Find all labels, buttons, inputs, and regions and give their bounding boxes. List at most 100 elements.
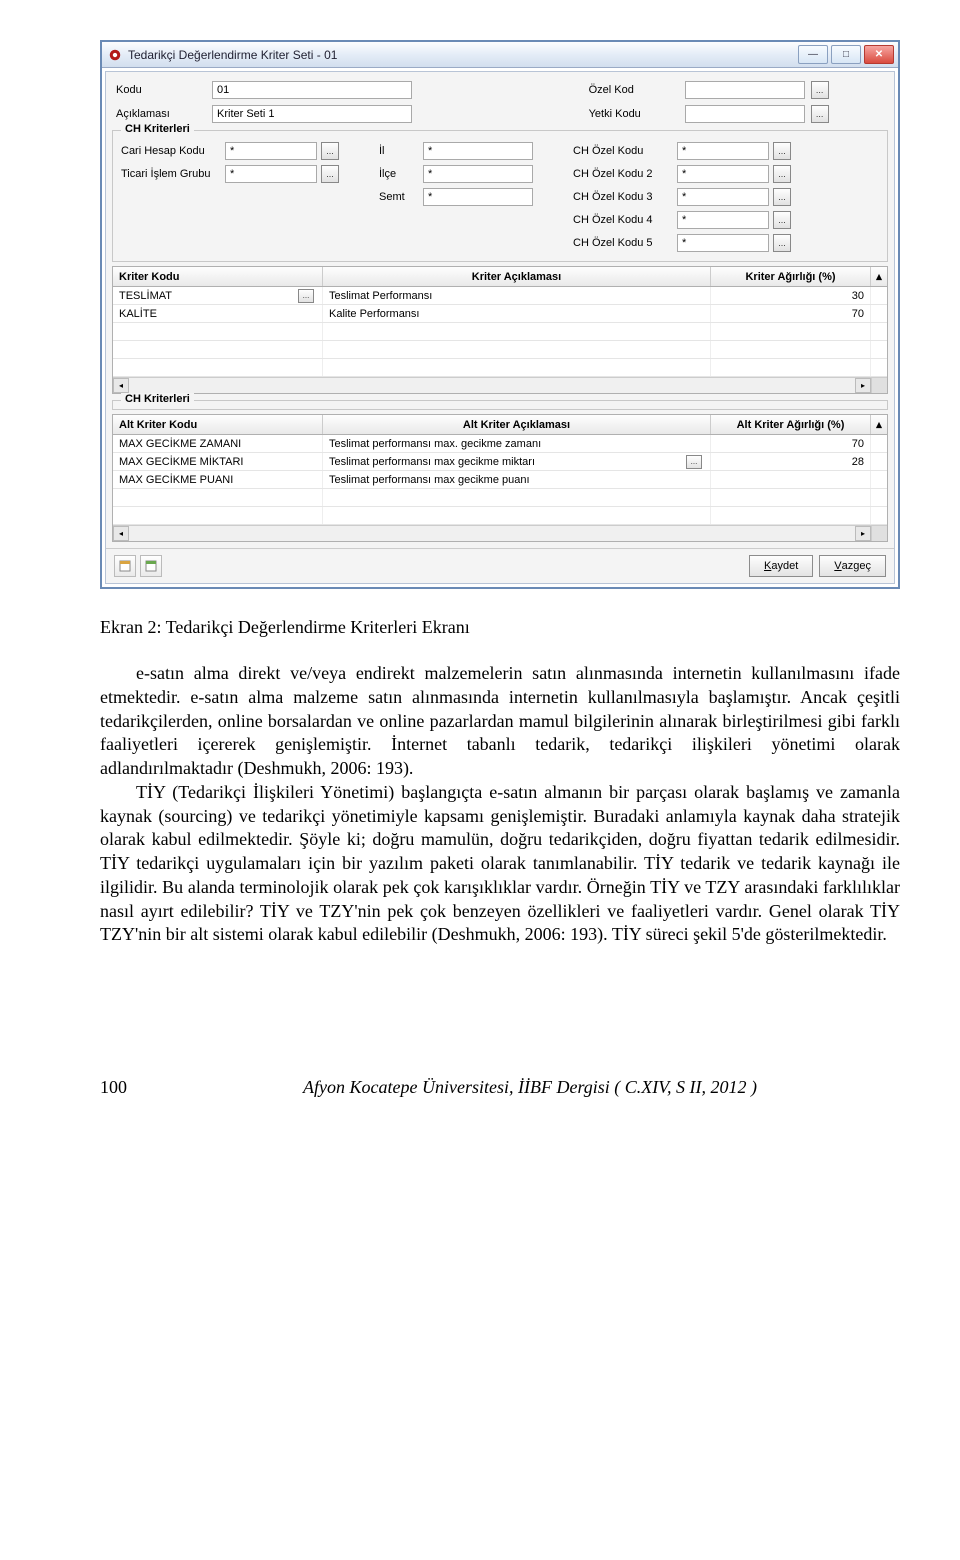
scroll-left-icon[interactable]: ◂ xyxy=(113,526,129,541)
ticari-islem-label: Ticari İşlem Grubu xyxy=(121,168,221,180)
ch-ozel2-browse-button[interactable]: ... xyxy=(773,165,791,183)
grid1-cell: KALİTE xyxy=(113,305,323,322)
grid2-cell: MAX GECİKME MİKTARI xyxy=(113,453,323,470)
yetki-kodu-input[interactable] xyxy=(685,105,805,123)
ch-ozel4-input[interactable]: * xyxy=(677,211,769,229)
ilce-input[interactable]: * xyxy=(423,165,533,183)
ch-ozel3-label: CH Özel Kodu 3 xyxy=(573,191,673,203)
ch-ozel4-browse-button[interactable]: ... xyxy=(773,211,791,229)
kodu-label: Kodu xyxy=(116,84,206,96)
yetki-kodu-browse-button[interactable]: ... xyxy=(811,105,829,123)
maximize-button[interactable]: □ xyxy=(831,45,861,64)
window-title: Tedarikçi Değerlendirme Kriter Seti - 01 xyxy=(128,48,798,62)
journal-citation: Afyon Kocatepe Üniversitesi, İİBF Dergis… xyxy=(160,1077,900,1098)
bottom-bar: Kaydet Vazgeç xyxy=(106,548,894,583)
cari-hesap-input[interactable]: * xyxy=(225,142,317,160)
toolbar-icon-1[interactable] xyxy=(114,555,136,577)
kodu-input[interactable]: 01 xyxy=(212,81,412,99)
grid2-cell: 70 xyxy=(711,435,871,452)
ch-ozel3-input[interactable]: * xyxy=(677,188,769,206)
ch-ozel3-browse-button[interactable]: ... xyxy=(773,188,791,206)
scroll-left-icon[interactable]: ◂ xyxy=(113,378,129,393)
window-buttons: — □ ✕ xyxy=(798,45,898,64)
grid2-row[interactable]: MAX GECİKME MİKTARI Teslimat performansı… xyxy=(113,453,887,471)
ch-ozel5-browse-button[interactable]: ... xyxy=(773,234,791,252)
grid1-head-aciklama[interactable]: Kriter Açıklaması xyxy=(323,267,711,286)
grid1-cell-browse-button[interactable]: ... xyxy=(298,289,314,303)
ch-ozel1-label: CH Özel Kodu xyxy=(573,145,673,157)
ticari-islem-browse-button[interactable]: ... xyxy=(321,165,339,183)
grid2-cell: Teslimat performansı max gecikme miktarı xyxy=(329,456,535,468)
ozel-kod-browse-button[interactable]: ... xyxy=(811,81,829,99)
kaydet-button[interactable]: Kaydet xyxy=(749,555,813,577)
ch-ozel2-input[interactable]: * xyxy=(677,165,769,183)
grid2-cell: Teslimat performansı max gecikme puanı xyxy=(323,471,711,488)
kriter-grid: Kriter Kodu Kriter Açıklaması Kriter Ağı… xyxy=(112,266,888,394)
grid2-cell-browse-button[interactable]: ... xyxy=(686,455,702,469)
minimize-button[interactable]: — xyxy=(798,45,828,64)
paragraph-2: TİY (Tedarikçi İlişkileri Yönetimi) başl… xyxy=(100,781,900,947)
grid2-head-kodu[interactable]: Alt Kriter Kodu xyxy=(113,415,323,434)
grid2-hscroll[interactable]: ◂ ▸ xyxy=(113,525,887,541)
grid1-row[interactable]: TESLİMAT... Teslimat Performansı 30 xyxy=(113,287,887,305)
app-icon xyxy=(108,48,122,62)
grid2-row[interactable]: MAX GECİKME PUANI Teslimat performansı m… xyxy=(113,471,887,489)
grid2-head-agirlik[interactable]: Alt Kriter Ağırlığı (%) xyxy=(711,415,871,434)
form-top: Kodu 01 Açıklaması Kriter Seti 1 Özel Ko… xyxy=(106,72,894,126)
ch-ozel2-label: CH Özel Kodu 2 xyxy=(573,168,673,180)
ch-ozel4-label: CH Özel Kodu 4 xyxy=(573,214,673,226)
toolbar-icon-2[interactable] xyxy=(140,555,162,577)
cari-hesap-label: Cari Hesap Kodu xyxy=(121,145,221,157)
grid2-scroll-up[interactable]: ▴ xyxy=(871,415,887,434)
grid2-cell: MAX GECİKME PUANI xyxy=(113,471,323,488)
ilce-label: İlçe xyxy=(379,168,419,180)
grid1-cell: Teslimat Performansı xyxy=(323,287,711,304)
grid2-row[interactable]: MAX GECİKME ZAMANI Teslimat performansı … xyxy=(113,435,887,453)
il-input[interactable]: * xyxy=(423,142,533,160)
ch-kriterleri-group-2: CH Kriterleri xyxy=(112,400,888,410)
ch-ozel5-input[interactable]: * xyxy=(677,234,769,252)
grid1-head-agirlik[interactable]: Kriter Ağırlığı (%) xyxy=(711,267,871,286)
grid2-cell xyxy=(711,471,871,488)
grid2-cell: MAX GECİKME ZAMANI xyxy=(113,435,323,452)
ch-ozel1-browse-button[interactable]: ... xyxy=(773,142,791,160)
ch-ozel1-input[interactable]: * xyxy=(677,142,769,160)
body-text: e-satın alma direkt ve/veya endirekt mal… xyxy=(100,662,900,947)
ch-ozel5-label: CH Özel Kodu 5 xyxy=(573,237,673,249)
ch-legend: CH Kriterleri xyxy=(121,123,194,135)
screenshot-figure: Tedarikçi Değerlendirme Kriter Seti - 01… xyxy=(100,40,900,589)
figure-caption: Ekran 2: Tedarikçi Değerlendirme Kriterl… xyxy=(100,617,900,638)
titlebar: Tedarikçi Değerlendirme Kriter Seti - 01… xyxy=(102,42,898,68)
yetki-kodu-label: Yetki Kodu xyxy=(589,108,679,120)
grid1-cell: 30 xyxy=(711,287,871,304)
scroll-right-icon[interactable]: ▸ xyxy=(855,526,871,541)
aciklamasi-label: Açıklaması xyxy=(116,108,206,120)
grid1-cell: TESLİMAT xyxy=(119,290,172,302)
semt-input[interactable]: * xyxy=(423,188,533,206)
ozel-kod-label: Özel Kod xyxy=(589,84,679,96)
grid1-hscroll[interactable]: ◂ ▸ xyxy=(113,377,887,393)
alt-kriter-grid: Alt Kriter Kodu Alt Kriter Açıklaması Al… xyxy=(112,414,888,542)
aciklamasi-input[interactable]: Kriter Seti 1 xyxy=(212,105,412,123)
cari-hesap-browse-button[interactable]: ... xyxy=(321,142,339,160)
app-window: Tedarikçi Değerlendirme Kriter Seti - 01… xyxy=(100,40,900,589)
grid1-cell: Kalite Performansı xyxy=(323,305,711,322)
il-label: İl xyxy=(379,145,419,157)
grid1-scroll-up[interactable]: ▴ xyxy=(871,267,887,286)
client-area: Kodu 01 Açıklaması Kriter Seti 1 Özel Ko… xyxy=(105,71,895,584)
ch-kriterleri-group: CH Kriterleri Cari Hesap Kodu * ... Tica… xyxy=(112,130,888,262)
grid1-row[interactable]: KALİTE Kalite Performansı 70 xyxy=(113,305,887,323)
grid1-cell: 70 xyxy=(711,305,871,322)
grid1-head-kodu[interactable]: Kriter Kodu xyxy=(113,267,323,286)
ticari-islem-input[interactable]: * xyxy=(225,165,317,183)
vazgec-button[interactable]: Vazgeç xyxy=(819,555,886,577)
scroll-right-icon[interactable]: ▸ xyxy=(855,378,871,393)
grid2-head-aciklama[interactable]: Alt Kriter Açıklaması xyxy=(323,415,711,434)
ozel-kod-input[interactable] xyxy=(685,81,805,99)
paragraph-1: e-satın alma direkt ve/veya endirekt mal… xyxy=(100,662,900,781)
ch-legend-2: CH Kriterleri xyxy=(121,393,194,405)
semt-label: Semt xyxy=(379,191,419,203)
close-button[interactable]: ✕ xyxy=(864,45,894,64)
grid2-cell: Teslimat performansı max. gecikme zamanı xyxy=(323,435,711,452)
grid2-cell: 28 xyxy=(711,453,871,470)
